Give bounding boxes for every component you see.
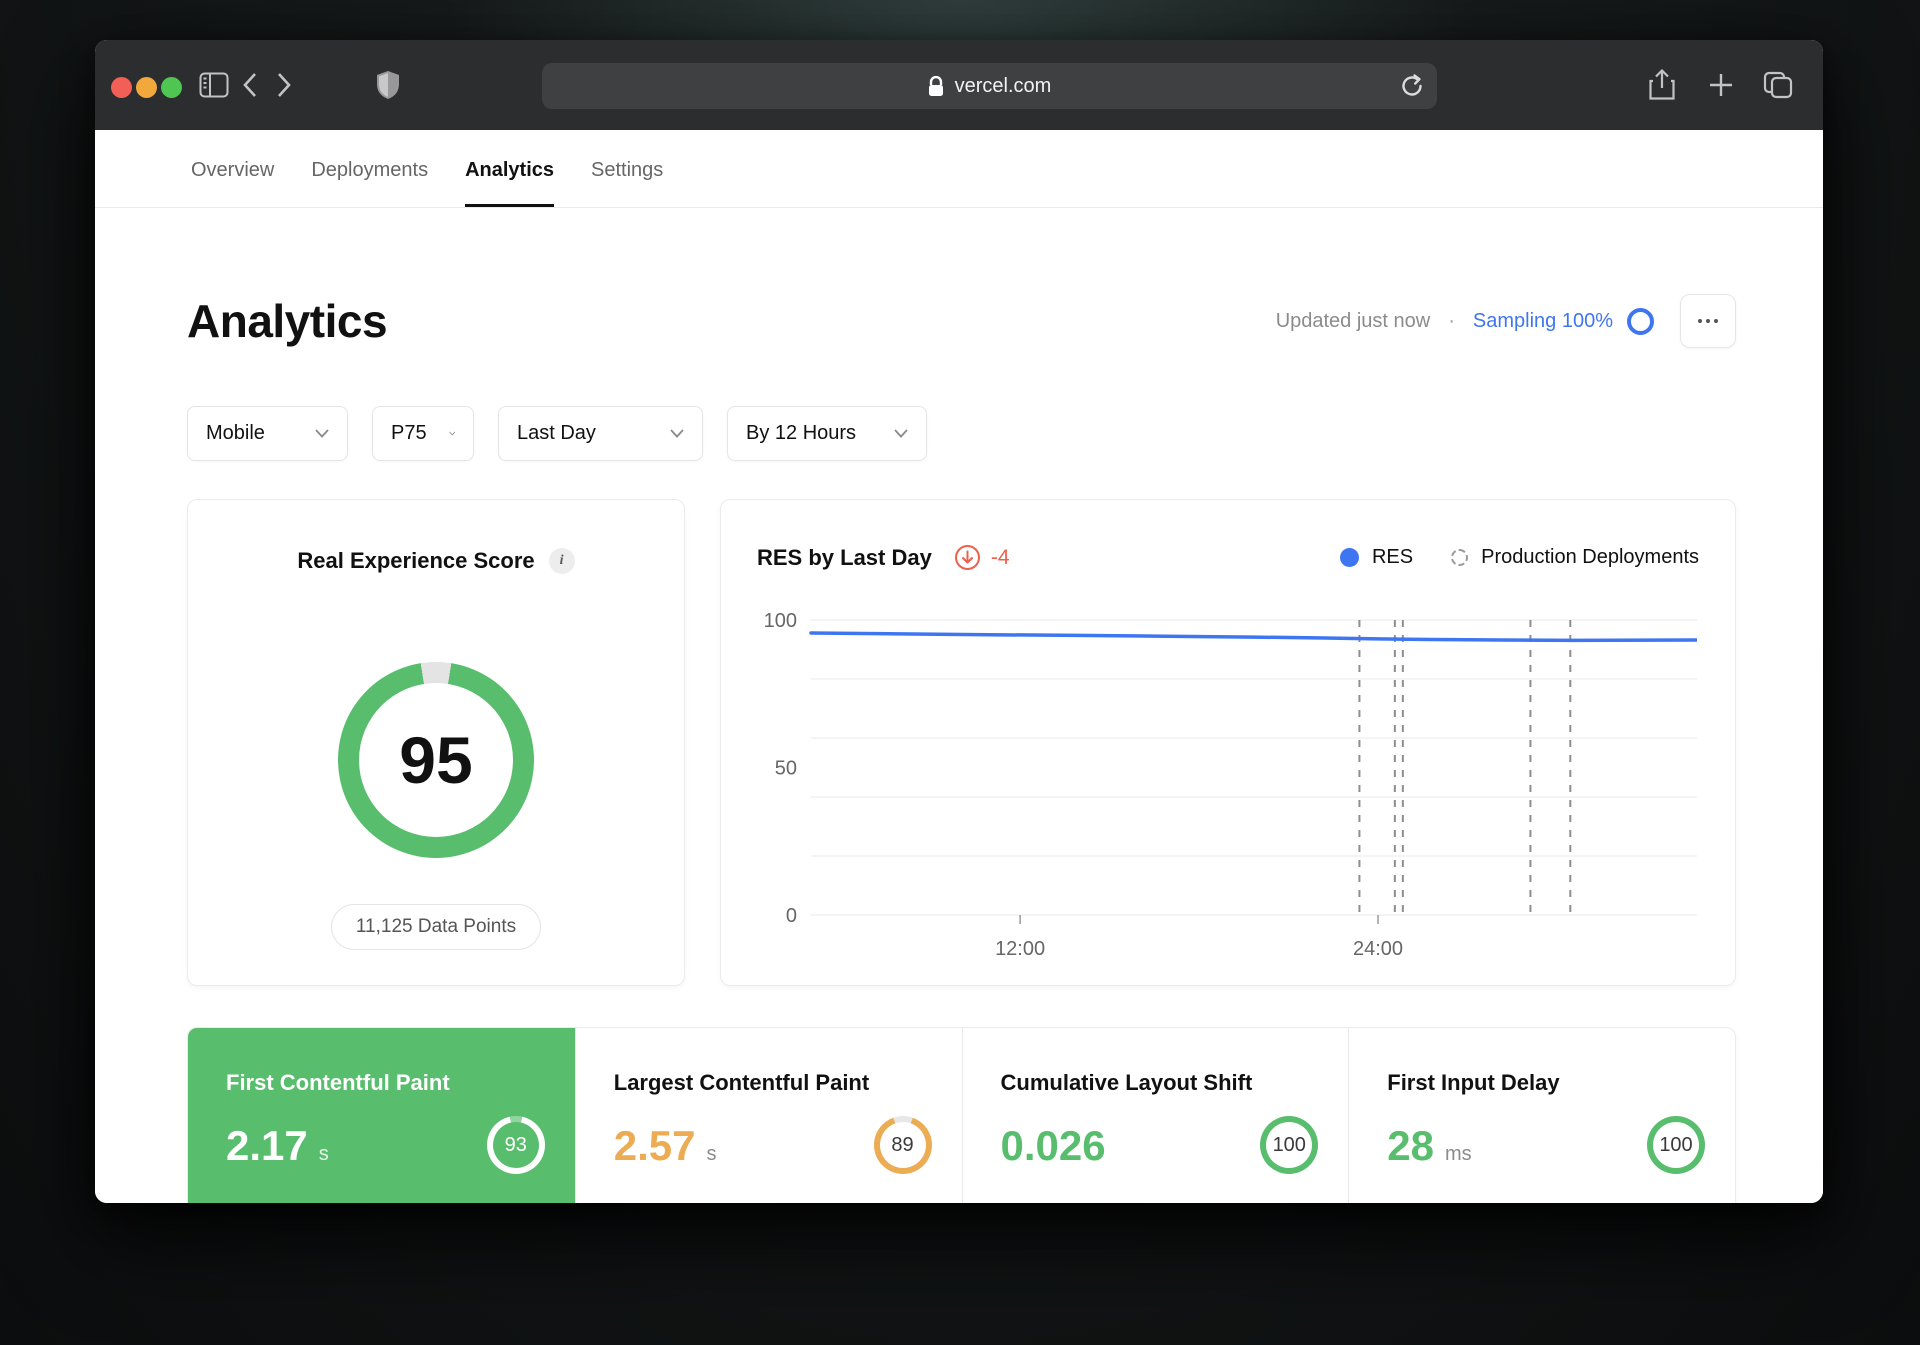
share-icon[interactable] xyxy=(1648,69,1676,101)
svg-text:50: 50 xyxy=(775,758,797,780)
metric-title: Largest Contentful Paint xyxy=(613,1070,870,1095)
info-icon[interactable]: i xyxy=(548,548,575,574)
res-score-gauge: 95 xyxy=(338,662,534,858)
chart-title: RES by Last Day xyxy=(757,544,932,570)
metric-unit: ms xyxy=(1444,1143,1472,1165)
svg-text:0: 0 xyxy=(786,905,797,927)
filter-row: Mobile P75 Last Day By 12 Hours xyxy=(187,406,1736,461)
metric-score: 100 xyxy=(1653,1122,1699,1168)
metric-score: 100 xyxy=(1266,1122,1313,1168)
svg-text:12:00: 12:00 xyxy=(995,938,1045,960)
metric-score: 89 xyxy=(879,1122,926,1168)
url-bar[interactable]: vercel.com xyxy=(542,63,1437,109)
page-header: Analytics Updated just now · Sampling 10… xyxy=(187,294,1736,348)
sampling-ring-icon xyxy=(1627,307,1654,335)
metric-card-fid[interactable]: First Input Delay 28 ms 100 xyxy=(1348,1028,1735,1203)
device-filter-dropdown[interactable]: Mobile xyxy=(187,406,348,461)
reload-icon[interactable] xyxy=(1397,71,1427,101)
page-title: Analytics xyxy=(187,295,388,347)
sampling-link[interactable]: Sampling 100% xyxy=(1472,307,1654,335)
metric-unit: s xyxy=(318,1143,329,1165)
sampling-label: Sampling 100% xyxy=(1472,309,1613,332)
legend-deployments-label: Production Deployments xyxy=(1481,546,1699,568)
interval-filter-dropdown[interactable]: By 12 Hours xyxy=(727,406,927,461)
metric-score-ring: 100 xyxy=(1647,1116,1705,1174)
metric-unit: s xyxy=(706,1143,717,1165)
data-points-badge: 11,125 Data Points xyxy=(330,904,542,950)
metric-score-ring: 89 xyxy=(873,1116,932,1174)
interval-filter-value: By 12 Hours xyxy=(746,422,857,444)
metric-score-ring: 100 xyxy=(1260,1116,1319,1174)
arrow-down-circle-icon xyxy=(954,545,980,570)
tab-settings[interactable]: Settings xyxy=(591,136,663,207)
updated-status: Updated just now xyxy=(1275,309,1431,332)
real-experience-score-card: Real Experience Score i 95 11,125 Data P… xyxy=(187,499,685,986)
browser-window: vercel.com Overview Deployments Analytic… xyxy=(95,40,1823,1203)
metric-value: 2.57 xyxy=(613,1122,696,1169)
res-delta-value: -4 xyxy=(990,545,1010,569)
legend-deployments-icon xyxy=(1451,549,1469,566)
browser-titlebar: vercel.com xyxy=(95,40,1823,130)
metric-value: 2.17 xyxy=(226,1122,308,1169)
range-filter-value: Last Day xyxy=(517,422,596,444)
res-delta: -4 xyxy=(954,544,1010,571)
chevron-down-icon xyxy=(315,429,329,438)
chevron-down-icon xyxy=(894,429,908,438)
chevron-down-icon xyxy=(670,429,684,438)
minimize-window-button[interactable] xyxy=(136,77,157,98)
more-options-button[interactable] xyxy=(1680,294,1736,348)
more-icon xyxy=(1698,319,1702,323)
url-text: vercel.com xyxy=(954,74,1052,97)
legend-res-label: RES xyxy=(1371,546,1414,568)
percentile-filter-value: P75 xyxy=(391,422,427,444)
metric-title: Cumulative Layout Shift xyxy=(1000,1070,1253,1095)
legend-res-dot-icon xyxy=(1339,548,1359,567)
device-filter-value: Mobile xyxy=(206,422,265,444)
project-tabbar: Overview Deployments Analytics Settings xyxy=(95,130,1823,208)
svg-text:100: 100 xyxy=(764,610,797,632)
meta-separator: · xyxy=(1448,309,1455,332)
tab-overview[interactable]: Overview xyxy=(191,136,274,207)
close-window-button[interactable] xyxy=(111,77,132,98)
res-score-value: 95 xyxy=(359,683,513,837)
metric-card-cls[interactable]: Cumulative Layout Shift 0.026 100 xyxy=(961,1028,1349,1203)
web-vitals-row: First Contentful Paint 2.17 s 93 Largest… xyxy=(187,1027,1736,1203)
new-tab-icon[interactable] xyxy=(1708,72,1734,98)
res-chart-card: RES by Last Day -4 RES Production Deploy… xyxy=(720,499,1736,986)
chart-legend: RES Production Deployments xyxy=(1339,546,1699,569)
shield-icon[interactable] xyxy=(375,70,401,100)
back-icon[interactable] xyxy=(242,72,258,98)
metric-value: 28 xyxy=(1387,1122,1434,1169)
zoom-window-button[interactable] xyxy=(161,77,182,98)
metric-title: First Contentful Paint xyxy=(226,1070,450,1095)
chevron-down-icon xyxy=(448,431,455,436)
lock-icon xyxy=(928,75,943,96)
res-line-chart: 100 50 0 12:00 24:00 xyxy=(764,610,1697,960)
res-card-title: Real Experience Score xyxy=(297,548,535,573)
metric-score-ring: 93 xyxy=(486,1116,545,1174)
percentile-filter-dropdown[interactable]: P75 xyxy=(372,406,474,461)
tab-overview-icon[interactable] xyxy=(1763,71,1793,99)
range-filter-dropdown[interactable]: Last Day xyxy=(498,406,703,461)
metric-title: First Input Delay xyxy=(1387,1070,1560,1095)
page-body: Overview Deployments Analytics Settings … xyxy=(95,130,1823,1203)
tab-analytics[interactable]: Analytics xyxy=(465,136,555,207)
svg-text:24:00: 24:00 xyxy=(1353,938,1403,960)
sidebar-toggle-icon[interactable] xyxy=(199,72,229,98)
metric-card-fcp[interactable]: First Contentful Paint 2.17 s 93 xyxy=(188,1028,575,1203)
metric-value: 0.026 xyxy=(1000,1122,1106,1169)
metric-score: 93 xyxy=(492,1122,539,1168)
tab-deployments[interactable]: Deployments xyxy=(311,136,428,207)
forward-icon[interactable] xyxy=(276,72,292,98)
metric-card-lcp[interactable]: Largest Contentful Paint 2.57 s 89 xyxy=(574,1028,962,1203)
